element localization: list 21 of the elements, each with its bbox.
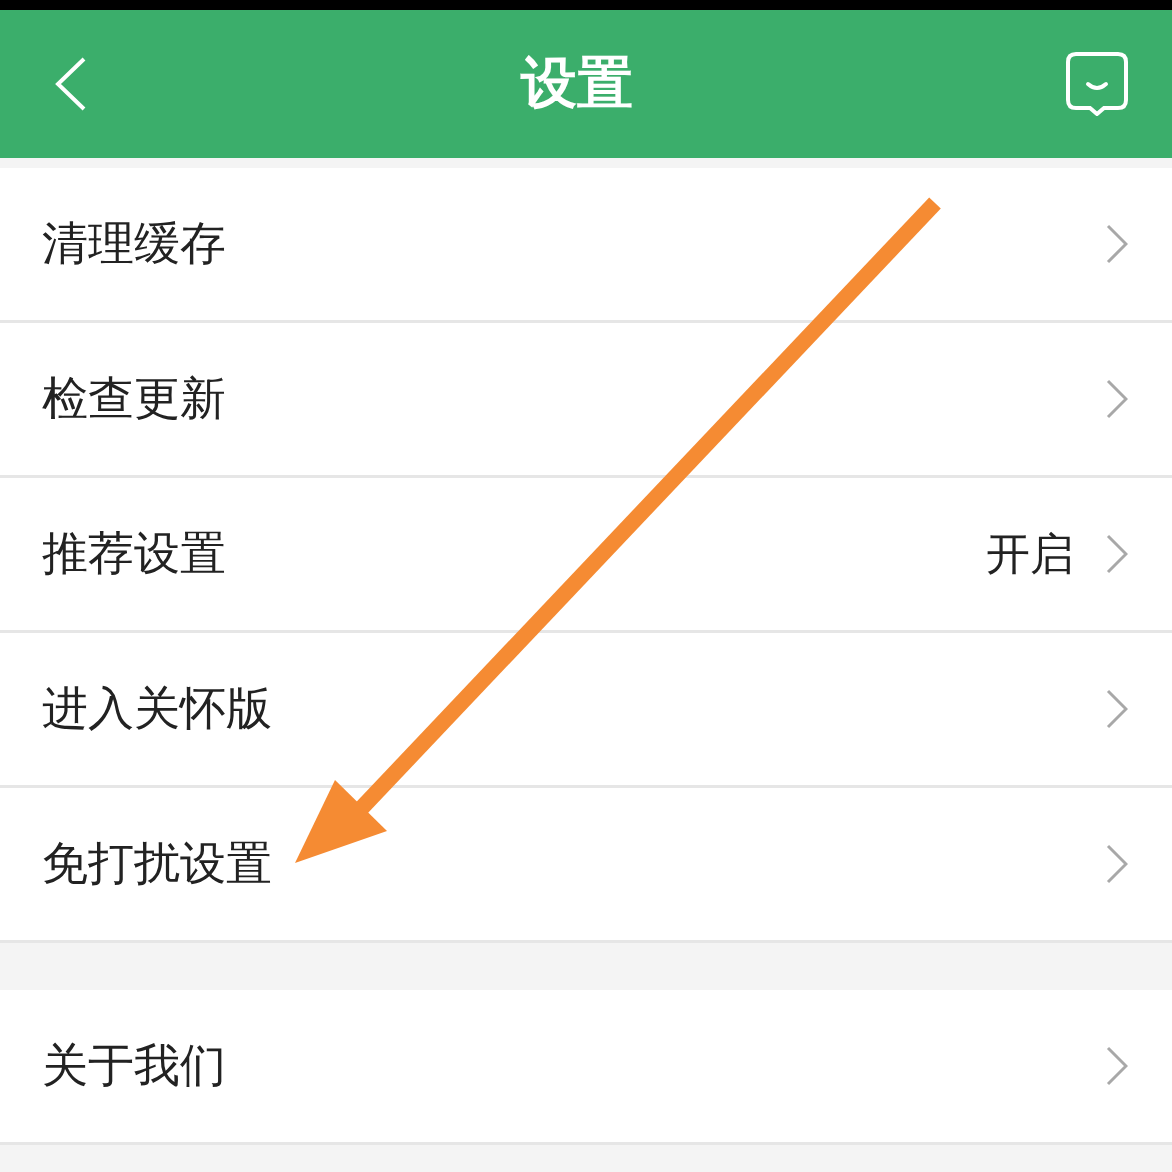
chevron-icon xyxy=(1106,379,1128,419)
row-label: 检查更新 xyxy=(42,370,227,427)
chat-icon[interactable] xyxy=(1066,52,1128,116)
chevron-icon xyxy=(1106,844,1128,884)
settings-row[interactable]: 进入关怀版 xyxy=(0,633,1172,788)
settings-row[interactable]: 检查更新 xyxy=(0,323,1172,478)
row-label: 关于我们 xyxy=(42,1037,227,1094)
back-icon[interactable] xyxy=(54,56,88,112)
row-label: 清理缓存 xyxy=(42,215,227,272)
settings-row[interactable]: 清理缓存 xyxy=(0,168,1172,323)
chevron-icon xyxy=(1106,224,1128,264)
page-title: 设置 xyxy=(521,49,633,117)
settings-row[interactable]: 关于我们 xyxy=(0,990,1172,1145)
settings-row[interactable]: 推荐设置 开启 xyxy=(0,478,1172,633)
row-label: 推荐设置 xyxy=(42,525,227,582)
row-value: 开启 xyxy=(986,526,1074,581)
row-label: 免打扰设置 xyxy=(42,835,273,892)
chevron-icon xyxy=(1106,1046,1128,1086)
chevron-icon xyxy=(1106,534,1128,574)
row-label: 进入关怀版 xyxy=(42,680,273,737)
chevron-icon xyxy=(1106,689,1128,729)
